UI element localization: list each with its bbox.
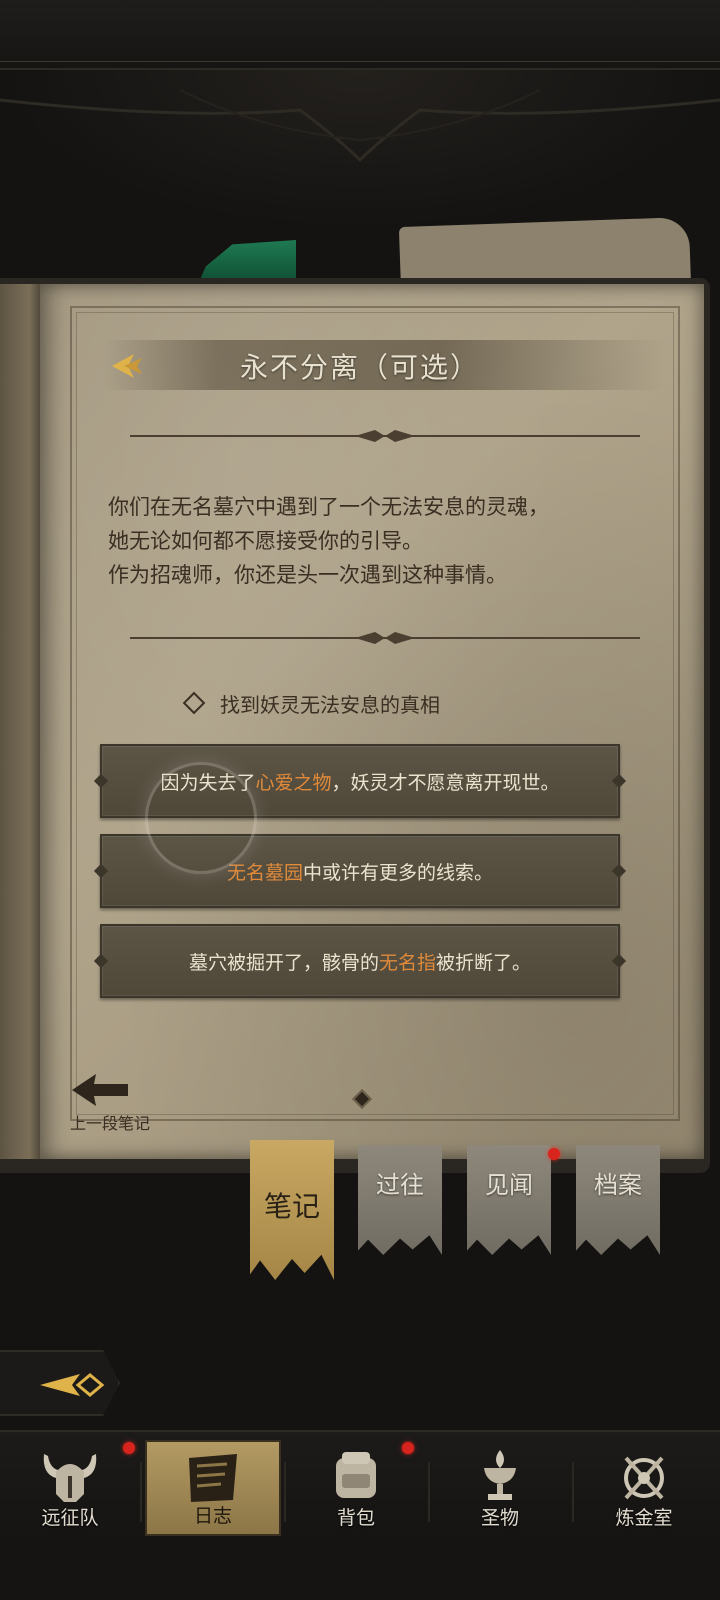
- alchemy-icon: [624, 1456, 664, 1500]
- nav-label: 背包: [336, 1507, 375, 1529]
- journal-icon: [189, 1454, 237, 1502]
- relic-chalice-icon: [484, 1450, 516, 1500]
- notification-badge: [123, 1442, 135, 1454]
- journal-page: [40, 284, 704, 1159]
- bottom-nav: 远征队 日志 背包 圣物 炼金室: [0, 1430, 720, 1540]
- clue-highlight: 无名指: [378, 951, 436, 974]
- tab-past[interactable]: 过往: [358, 1145, 442, 1255]
- side-expand-button[interactable]: [0, 1350, 120, 1416]
- previous-note-label: 上一段笔记: [70, 1114, 151, 1133]
- clue-item[interactable]: 墓穴被掘开了，骸骨的 无名指 被折断了。: [100, 924, 620, 998]
- ornament-divider: [130, 632, 640, 644]
- clue-text: 中或许有更多的线索。: [303, 861, 494, 884]
- clue-text: ，妖灵才不愿意离开现世。: [331, 771, 560, 794]
- nav-separator: [140, 1462, 142, 1522]
- tab-label: 笔记: [263, 1190, 320, 1223]
- nav-alchemy[interactable]: 炼金室: [576, 1440, 712, 1536]
- clue-highlight: 心爱之物: [255, 771, 332, 794]
- diamond-arrow-icon: [40, 1373, 105, 1397]
- nav-separator: [572, 1462, 574, 1522]
- ornament-divider: [130, 430, 640, 442]
- quest-story: 你们在无名墓穴中遇到了一个无法安息的灵魂， 她无论如何都不愿接受你的引导。 作为…: [108, 490, 628, 592]
- objective-diamond-icon: [182, 691, 206, 715]
- nav-label: 远征队: [41, 1507, 99, 1529]
- story-line: 你们在无名墓穴中遇到了一个无法安息的灵魂，: [108, 495, 549, 519]
- horned-helmet-icon: [43, 1454, 97, 1502]
- nav-label: 炼金室: [615, 1507, 673, 1529]
- clue-text: 墓穴被掘开了，骸骨的: [188, 951, 379, 974]
- story-line: 作为招魂师，你还是头一次遇到这种事情。: [108, 563, 507, 587]
- bottom-strip: [0, 1540, 720, 1600]
- previous-note-button[interactable]: 上一段笔记: [70, 1070, 170, 1133]
- back-button[interactable]: [104, 348, 144, 384]
- top-ornament: [0, 70, 720, 230]
- nav-separator: [284, 1462, 286, 1522]
- tab-label: 档案: [594, 1171, 642, 1199]
- nav-label: 圣物: [480, 1507, 519, 1529]
- quest-objective: 找到妖灵无法安息的真相: [182, 688, 440, 718]
- tab-label: 见闻: [485, 1171, 533, 1199]
- nav-relics[interactable]: 圣物: [432, 1440, 568, 1536]
- nav-expedition[interactable]: 远征队: [2, 1440, 138, 1536]
- nav-separator: [428, 1462, 430, 1522]
- quest-title: 永不分离（可选）: [239, 351, 480, 384]
- clue-text: 被折断了。: [436, 951, 532, 974]
- notification-badge: [402, 1442, 414, 1454]
- clue-highlight: 无名墓园: [226, 861, 303, 884]
- top-frame: [0, 0, 720, 70]
- nav-label: 日志: [193, 1505, 232, 1527]
- nav-journal[interactable]: 日志: [145, 1440, 281, 1536]
- tab-label: 过往: [376, 1171, 424, 1199]
- arrow-left-icon: [72, 1074, 128, 1106]
- left-page-edge: [0, 284, 42, 1159]
- backpack-icon: [336, 1452, 376, 1498]
- notification-badge: [548, 1148, 560, 1160]
- story-line: 她无论如何都不愿接受你的引导。: [108, 529, 423, 553]
- tab-archives[interactable]: 档案: [576, 1145, 660, 1255]
- tap-ring-effect: [145, 762, 257, 874]
- double-chevron-left-icon: [112, 354, 142, 378]
- tab-notes[interactable]: 笔记: [250, 1140, 334, 1280]
- objective-text: 找到妖灵无法安息的真相: [220, 692, 440, 717]
- tab-encounters[interactable]: 见闻: [467, 1145, 551, 1255]
- nav-backpack[interactable]: 背包: [288, 1440, 424, 1536]
